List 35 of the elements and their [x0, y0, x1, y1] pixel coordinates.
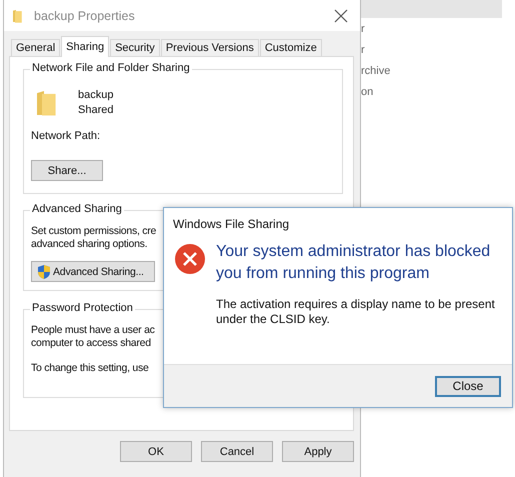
folder-name: backup: [78, 88, 114, 102]
list-item: on: [361, 85, 374, 100]
network-path-label: Network Path:: [31, 129, 100, 143]
list-item: rchive: [361, 64, 392, 79]
description-text: computer to access shared: [31, 337, 151, 350]
error-icon: [175, 244, 205, 274]
tab[interactable]: Sharing: [61, 36, 110, 57]
error-message: The activation requires a display name to be present under the CLSID key.: [216, 297, 496, 327]
folder-icon: [12, 8, 22, 22]
tab[interactable]: General: [11, 39, 60, 56]
list-item: r: [361, 43, 366, 58]
note-text: To change this setting, use: [31, 362, 149, 375]
dialog-button[interactable]: Cancel: [201, 441, 273, 462]
description-text: People must have a user ac: [31, 324, 155, 337]
group-title: Network File and Folder Sharing: [30, 62, 192, 74]
list-item: r: [361, 22, 366, 37]
tab[interactable]: Previous Versions: [160, 39, 259, 56]
tab[interactable]: Security: [110, 39, 160, 56]
share-button[interactable]: Share...: [31, 160, 103, 181]
window-title: backup Properties: [34, 8, 136, 22]
group-title: Advanced Sharing: [30, 203, 124, 215]
folder-icon: [36, 90, 56, 116]
dialog-button[interactable]: Apply: [282, 441, 354, 462]
error-heading: Your system administrator has blocked you from running this program: [216, 242, 492, 284]
group-title: Password Protection: [30, 302, 135, 314]
dialog-title: Windows File Sharing: [173, 217, 290, 231]
close-icon: [334, 8, 348, 22]
share-status: Shared: [78, 103, 114, 117]
tab[interactable]: Customize: [260, 39, 322, 56]
advanced-sharing-button[interactable]: Advanced Sharing...: [31, 261, 155, 282]
dialog-button[interactable]: OK: [120, 441, 192, 462]
description-text: advanced sharing options.: [31, 238, 148, 251]
close-button[interactable]: Close: [435, 376, 501, 396]
shield-icon: [37, 264, 51, 280]
description-text: Set custom permissions, cre: [31, 225, 156, 238]
